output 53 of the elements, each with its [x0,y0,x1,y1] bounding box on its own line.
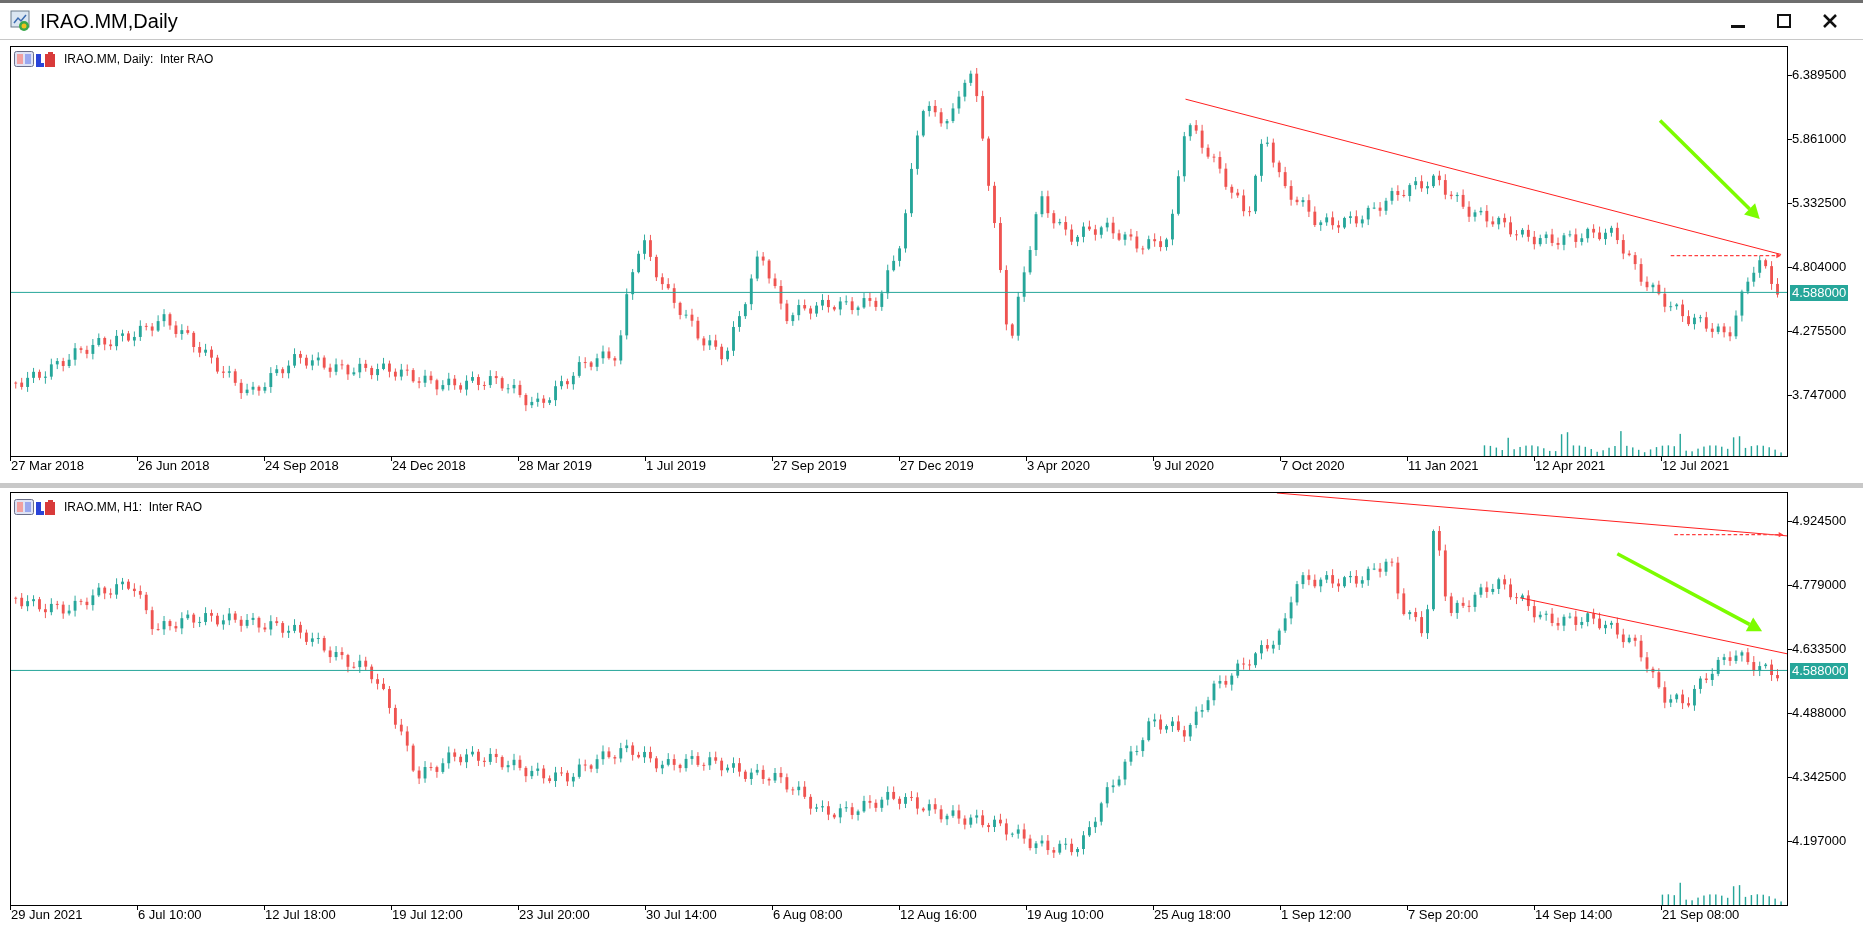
time-label: 19 Aug 10:00 [1027,906,1104,924]
time-label: 21 Sep 08:00 [1662,906,1740,924]
time-label: 24 Dec 2018 [392,457,466,475]
time-label: 7 Oct 2020 [1281,457,1345,475]
price-label: 3.747000 [1792,388,1847,402]
time-label: 29 Jun 2021 [11,906,83,924]
time-label: 12 Apr 2021 [1535,457,1606,475]
price-label: 4.924500 [1792,514,1847,528]
time-label: 27 Mar 2018 [11,457,84,475]
time-label: 27 Sep 2019 [773,457,847,475]
time-label: 26 Jun 2018 [138,457,210,475]
price-label: 6.389500 [1792,68,1847,82]
time-label: 3 Apr 2020 [1027,457,1090,475]
time-label: 6 Jul 10:00 [138,906,202,924]
price-label: 4.779000 [1792,578,1847,592]
time-label: 30 Jul 14:00 [646,906,717,924]
price-label: 4.633500 [1792,642,1847,656]
window-title: IRAO.MM,Daily [40,9,178,34]
time-label: 12 Jul 2021 [1662,457,1730,475]
price-label: 4.197000 [1792,834,1847,848]
price-label: 5.861000 [1792,132,1847,146]
minimize-icon [1731,24,1745,28]
chart-toolbar-icon [14,50,56,68]
time-label: 19 Jul 12:00 [392,906,463,924]
app-icon [10,10,32,32]
maximize-icon [1777,14,1791,28]
price-label: 4.342500 [1792,770,1847,784]
close-icon [1823,14,1837,28]
time-label: 25 Aug 18:00 [1154,906,1231,924]
current-price-badge: 4.588000 [1790,663,1849,679]
price-label: 4.488000 [1792,706,1847,720]
chart-toolbar-icon [14,498,56,516]
chart-plot-area[interactable]: IRAO.MM, H1: Inter RAO [10,492,1788,906]
time-label: 12 Aug 16:00 [900,906,977,924]
price-label: 4.275500 [1792,324,1847,338]
time-label: 12 Jul 18:00 [265,906,336,924]
time-label: 28 Mar 2019 [519,457,592,475]
time-label: 14 Sep 14:00 [1535,906,1613,924]
time-label: 7 Sep 20:00 [1408,906,1479,924]
current-price-badge: 4.588000 [1790,285,1849,301]
time-label: 1 Sep 12:00 [1281,906,1352,924]
time-label: 6 Aug 08:00 [773,906,843,924]
time-label: 9 Jul 2020 [1154,457,1214,475]
chart-header: IRAO.MM, H1: Inter RAO [64,499,203,516]
chart-header: IRAO.MM, Daily: Inter RAO [64,51,214,68]
time-label: 24 Sep 2018 [265,457,339,475]
time-label: 11 Jan 2021 [1408,457,1479,475]
time-label: 23 Jul 20:00 [519,906,590,924]
price-label: 4.804000 [1792,260,1847,274]
time-label: 27 Dec 2019 [900,457,974,475]
time-label: 1 Jul 2019 [646,457,706,475]
price-label: 5.332500 [1792,196,1847,210]
chart-plot-area[interactable]: IRAO.MM, Daily: Inter RAO [10,46,1788,457]
